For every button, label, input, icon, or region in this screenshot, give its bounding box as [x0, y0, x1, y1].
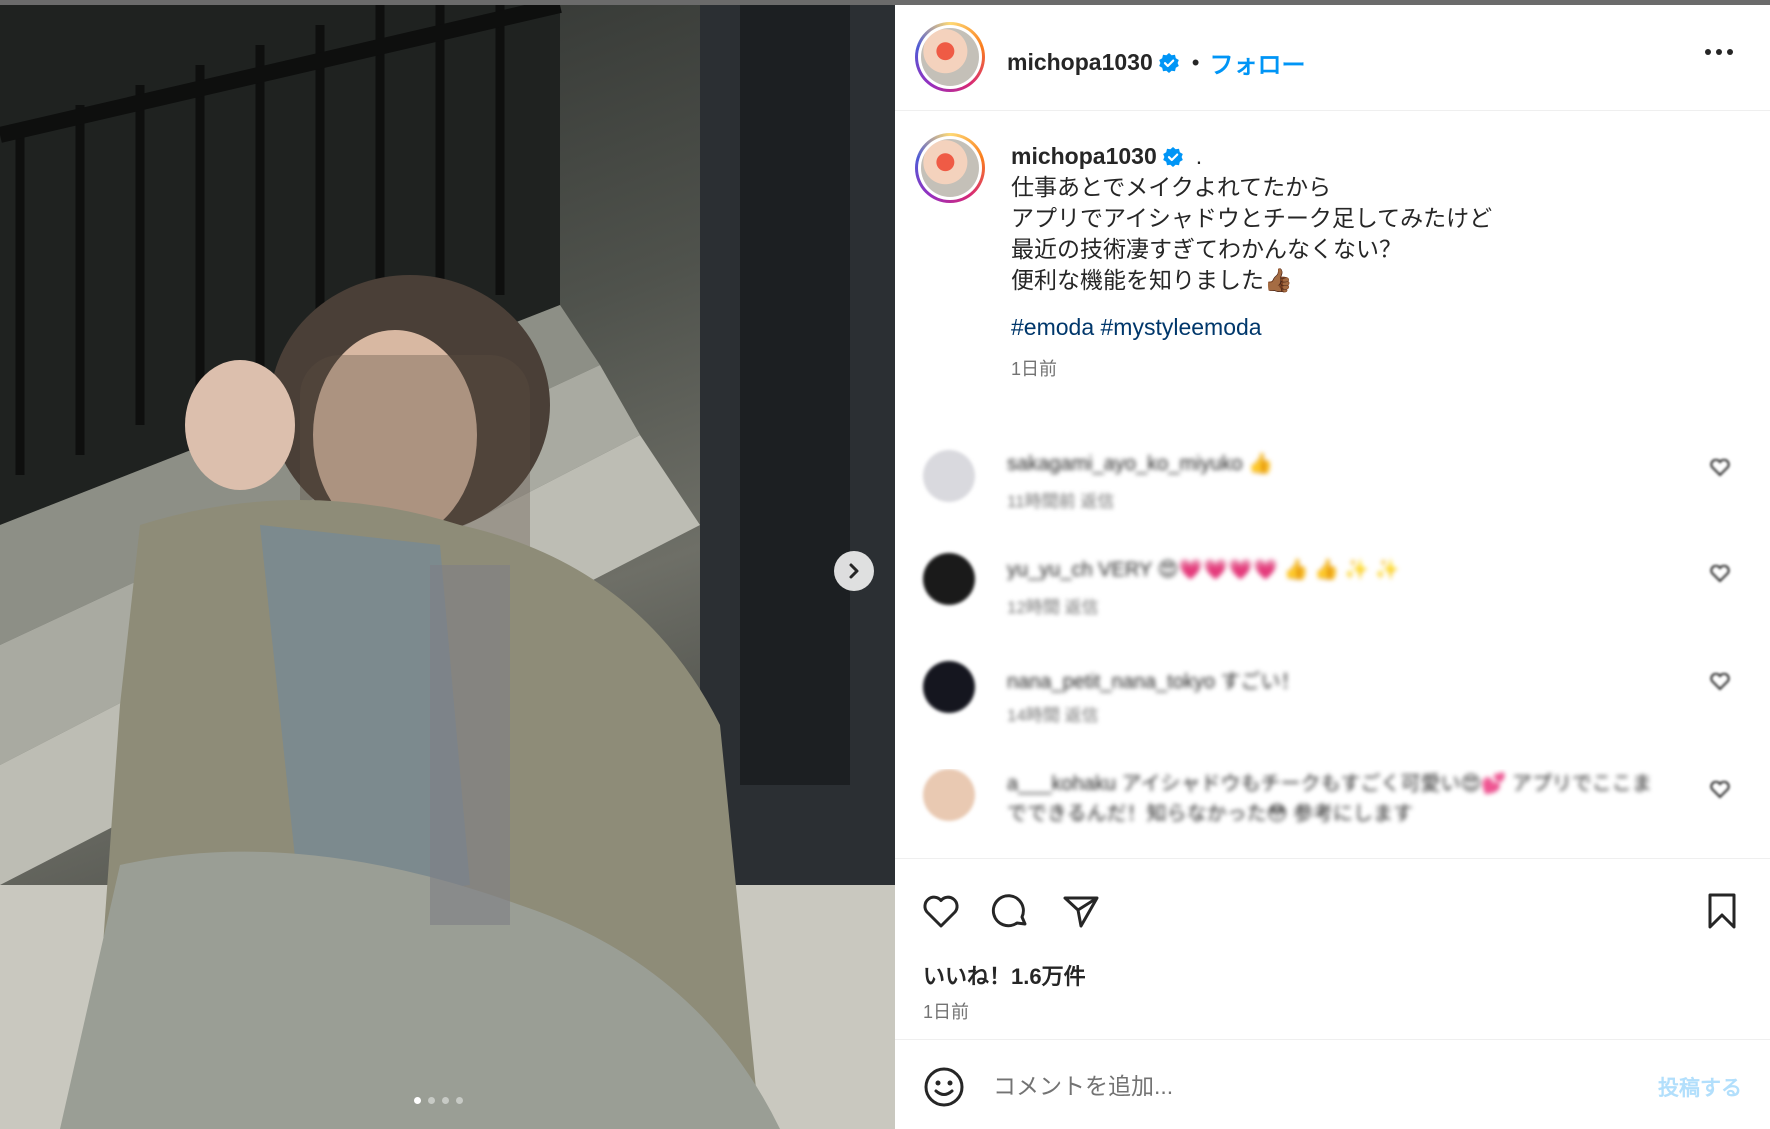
comment-icon[interactable]: [991, 891, 1031, 931]
caption-body: michopa1030 . 仕事あとでメイクよれてたから アプリでアイシャドウと…: [1011, 141, 1731, 381]
comment-item: sakagami_ayo_ko_miyuko 👍 11時間前 返信: [895, 445, 1770, 535]
hashtags: #emoda #mystyleemoda: [1011, 314, 1731, 341]
comment-meta: 11時間前 返信: [1007, 492, 1115, 511]
commenter-avatar[interactable]: [923, 553, 975, 605]
commenter-avatar[interactable]: [923, 661, 975, 713]
send-icon[interactable]: [1061, 891, 1101, 931]
comment-item: a___kohaku アイシャドウもチークもすごく可愛い😍💕 アプリでここまでで…: [895, 769, 1770, 843]
commenter-avatar[interactable]: [923, 450, 975, 502]
carousel-dot: [456, 1097, 463, 1104]
like-count[interactable]: いいね！1.6万件: [923, 959, 1086, 991]
separator-dot: •: [1191, 49, 1200, 75]
more-options-icon[interactable]: [1704, 47, 1734, 57]
author-info: michopa1030 • フォロー: [1007, 45, 1305, 80]
comment-item: yu_yu_ch VERY 😍💗💗💗💗 👍 👍 ✨ ✨ 12時間 返信: [895, 553, 1770, 643]
author-username[interactable]: michopa1030: [1007, 49, 1153, 76]
comment-heart-icon[interactable]: [1710, 781, 1730, 799]
comment-meta: 12時間 返信: [1007, 598, 1099, 617]
comment-input[interactable]: [993, 1064, 1573, 1108]
emoji-icon[interactable]: [923, 1066, 965, 1108]
next-slide-button[interactable]: [834, 551, 874, 591]
follow-button[interactable]: フォロー: [1209, 45, 1305, 80]
carousel-indicator: [414, 1097, 463, 1104]
photo-scene: [0, 5, 895, 1129]
comment-text: nana_petit_nana_tokyo すごい！: [1007, 671, 1301, 693]
comment-text: yu_yu_ch VERY 😍💗💗💗💗 👍 👍 ✨ ✨: [1007, 559, 1400, 581]
comment-text: a___kohaku アイシャドウもチークもすごく可愛い😍💕 アプリでここまでで…: [1007, 773, 1652, 825]
chevron-right-icon: [849, 563, 859, 579]
carousel-dot: [414, 1097, 421, 1104]
post-side-panel: michopa1030 • フォロー michopa1030 . 仕事あとでメイ…: [895, 5, 1770, 1129]
author-avatar[interactable]: [915, 22, 985, 92]
hashtag-link[interactable]: #emoda: [1011, 314, 1094, 340]
comment-heart-icon[interactable]: [1710, 459, 1730, 477]
hashtag-link[interactable]: #mystyleemoda: [1101, 314, 1262, 340]
carousel-dot: [442, 1097, 449, 1104]
post-timestamp: 1日前: [923, 1002, 970, 1022]
comment-heart-icon[interactable]: [1710, 565, 1730, 583]
comment-heart-icon[interactable]: [1710, 673, 1730, 691]
caption-leading-dot: .: [1195, 143, 1203, 169]
comment-text: sakagami_ayo_ko_miyuko 👍: [1007, 453, 1274, 475]
comment-item: nana_petit_nana_tokyo すごい！ 14時間 返信: [895, 661, 1770, 751]
caption-timestamp[interactable]: 1日前: [1011, 355, 1731, 381]
bookmark-icon[interactable]: [1702, 891, 1742, 931]
carousel-dot: [428, 1097, 435, 1104]
verified-badge-icon: [1158, 52, 1179, 73]
post-header: michopa1030 • フォロー: [895, 5, 1770, 111]
add-comment-bar: 投稿する: [895, 1039, 1770, 1129]
verified-badge-icon: [1162, 146, 1183, 167]
comment-meta: 14時間 返信: [1007, 706, 1099, 725]
heart-icon[interactable]: [921, 891, 961, 931]
caption-text: 仕事あとでメイクよれてたから アプリでアイシャドウとチーク足してみたけど 最近の…: [1011, 174, 1493, 293]
caption-username[interactable]: michopa1030: [1011, 143, 1157, 170]
post-comment-button[interactable]: 投稿する: [1658, 1072, 1742, 1102]
commenter-avatar[interactable]: [923, 769, 975, 821]
caption-author-avatar[interactable]: [915, 133, 985, 203]
post-photo[interactable]: [0, 5, 895, 1129]
post-actions: いいね！1.6万件 1日前: [895, 858, 1770, 1048]
